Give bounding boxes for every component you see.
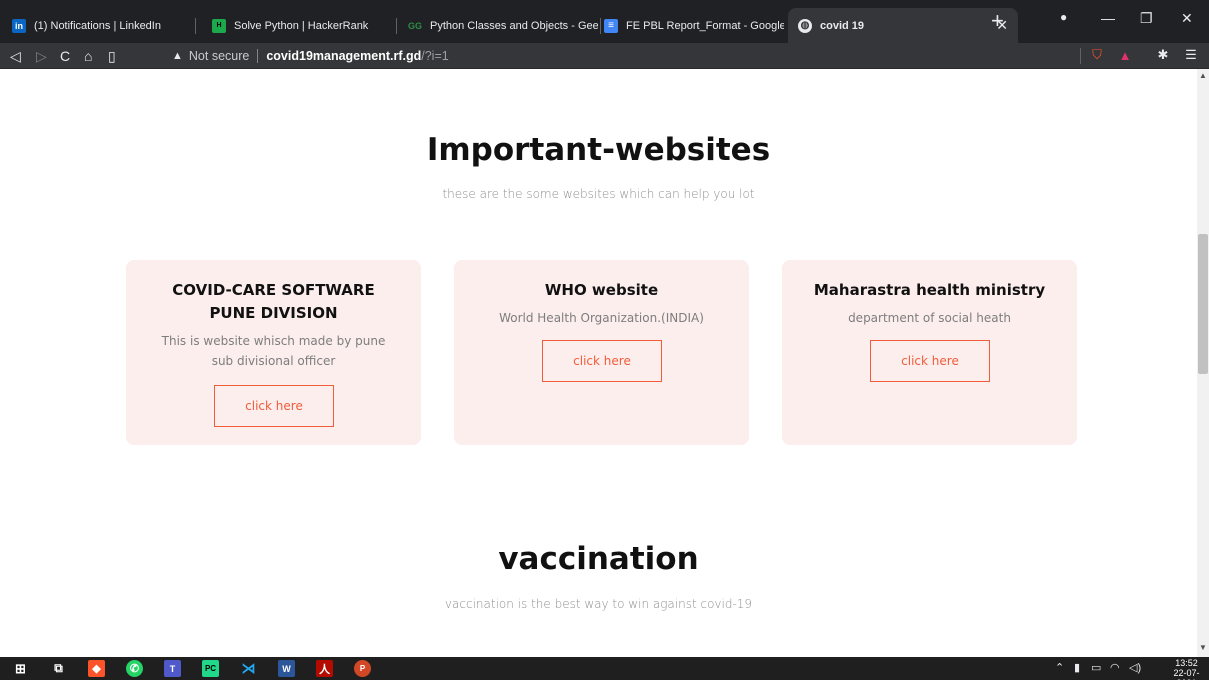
tab-covid19[interactable]: ◍ covid 19 ✕ — [788, 8, 1018, 43]
forward-icon[interactable]: ▷ — [36, 47, 47, 65]
tab-label: Python Classes and Objects - GeeksforGe — [430, 19, 598, 32]
tab-hackerrank[interactable]: H Solve Python | HackerRank — [212, 8, 387, 43]
important-websites-heading: Important-websites — [426, 132, 771, 168]
acrobat-icon[interactable]: 人 — [316, 660, 333, 677]
brave-rewards-icon[interactable]: ▲ — [1117, 47, 1133, 63]
scroll-down-icon[interactable]: ▼ — [1199, 643, 1207, 652]
tab-label: FE PBL Report_Format - Google Docs — [626, 19, 784, 32]
whatsapp-icon[interactable]: ✆ — [126, 660, 143, 677]
volume-icon[interactable]: ◁) — [1129, 661, 1141, 674]
clock-time: 13:52 — [1175, 658, 1198, 668]
vaccination-subtitle: vaccination is the best way to win again… — [444, 597, 753, 611]
clock-date: 22-07-2021 — [1173, 668, 1200, 688]
website-card-maharastra: Maharastra health ministry department of… — [782, 260, 1077, 445]
wifi-icon[interactable]: ◠ — [1110, 661, 1120, 674]
vaccination-heading: vaccination — [498, 541, 699, 577]
scroll-up-icon[interactable]: ▲ — [1199, 71, 1207, 80]
tab-label: covid 19 — [820, 19, 865, 32]
back-icon[interactable]: ◁ — [10, 47, 21, 65]
address-toolbar: ◁ ▷ C ⌂ ▯ ▲ Not secure covid19management… — [0, 43, 1209, 69]
tab-geeksforgeeks[interactable]: GG Python Classes and Objects - Geeksfor… — [408, 8, 598, 43]
brave-shields-icon[interactable]: ⛉ — [1089, 47, 1105, 63]
card-description: This is website whisch made by pune — [161, 334, 386, 348]
brave-browser-icon[interactable]: ◆ — [88, 660, 105, 677]
url-field[interactable]: ▲ Not secure covid19management.rf.gd /?i… — [172, 46, 449, 66]
powerpoint-icon[interactable]: P — [354, 660, 371, 677]
usb-device-icon[interactable]: ▮ — [1074, 661, 1080, 674]
toolbar-divider — [1080, 48, 1081, 64]
card-description: World Health Organization.(INDIA) — [499, 311, 704, 325]
website-card-who: WHO website World Health Organization.(I… — [454, 260, 749, 445]
divider — [257, 49, 259, 63]
home-icon[interactable]: ⌂ — [84, 47, 92, 65]
click-here-button[interactable]: click here — [214, 385, 334, 427]
card-title: COVID-CARE SOFTWARE — [172, 281, 375, 299]
website-card-covid-care: COVID-CARE SOFTWARE PUNE DIVISION This i… — [126, 260, 421, 445]
battery-icon[interactable]: ▭ — [1091, 661, 1101, 674]
important-websites-subtitle: these are the some websites which can he… — [442, 187, 755, 201]
google-docs-icon: ≡ — [604, 18, 618, 33]
card-title: WHO website — [544, 281, 659, 299]
reload-icon[interactable]: C — [60, 47, 70, 65]
card-description: department of social heath — [848, 311, 1011, 325]
click-here-button[interactable]: click here — [870, 340, 990, 382]
tab-google-docs[interactable]: ≡ FE PBL Report_Format - Google Docs — [604, 8, 784, 43]
geeksforgeeks-icon: GG — [408, 20, 423, 31]
url-host: covid19management.rf.gd — [266, 49, 422, 63]
windows-start-icon[interactable]: ⊞ — [12, 660, 29, 677]
click-here-button[interactable]: click here — [542, 340, 662, 382]
minimize-button[interactable]: — — [1101, 10, 1115, 26]
pycharm-icon[interactable]: PC — [202, 660, 219, 677]
web-page: Important-websites these are the some we… — [0, 69, 1197, 657]
new-tab-button[interactable]: + — [991, 10, 1004, 32]
tab-separator — [600, 18, 601, 34]
bookmark-icon[interactable]: ▯ — [108, 47, 116, 65]
tab-linkedin[interactable]: in (1) Notifications | LinkedIn — [12, 8, 182, 43]
card-description-line2: sub divisional officer — [211, 354, 336, 368]
show-hidden-icons-icon[interactable]: ⌃ — [1055, 661, 1064, 674]
warning-icon: ▲ — [172, 50, 183, 62]
security-label: Not secure — [188, 49, 250, 63]
task-view-icon[interactable]: ⧉ — [50, 660, 67, 677]
url-path: /?i=1 — [421, 49, 449, 63]
close-window-button[interactable]: ✕ — [1181, 10, 1193, 27]
hackerrank-icon: H — [212, 18, 226, 33]
menu-icon[interactable]: ☰ — [1183, 47, 1199, 63]
tab-separator — [396, 18, 397, 34]
globe-icon: ◍ — [798, 18, 812, 33]
extensions-icon[interactable]: ✱ — [1155, 47, 1171, 63]
page-scrollbar[interactable]: ▲ ▼ — [1197, 69, 1209, 657]
scrollbar-thumb[interactable] — [1198, 234, 1208, 374]
vscode-icon[interactable]: ⋊ — [240, 660, 257, 677]
card-title-line2: PUNE DIVISION — [209, 304, 338, 322]
tab-label: (1) Notifications | LinkedIn — [34, 19, 161, 32]
tab-search-icon[interactable]: ● — [1060, 10, 1067, 24]
maximize-button[interactable]: ❐ — [1140, 10, 1153, 27]
tab-label: Solve Python | HackerRank — [234, 19, 369, 32]
word-icon[interactable]: W — [278, 660, 295, 677]
card-title: Maharastra health ministry — [813, 281, 1046, 299]
tab-separator — [195, 18, 196, 34]
system-clock[interactable]: 13:52 22-07-2021 — [1164, 658, 1209, 688]
teams-icon[interactable]: T — [164, 660, 181, 677]
browser-tab-strip: in (1) Notifications | LinkedIn H Solve … — [0, 0, 1209, 43]
linkedin-icon: in — [12, 18, 26, 33]
windows-taskbar: ⊞ ⧉ ◆ ✆ T PC ⋊ W 人 P ⌃ ▮ ▭ ◠ ◁) 13:52 22… — [0, 657, 1209, 688]
